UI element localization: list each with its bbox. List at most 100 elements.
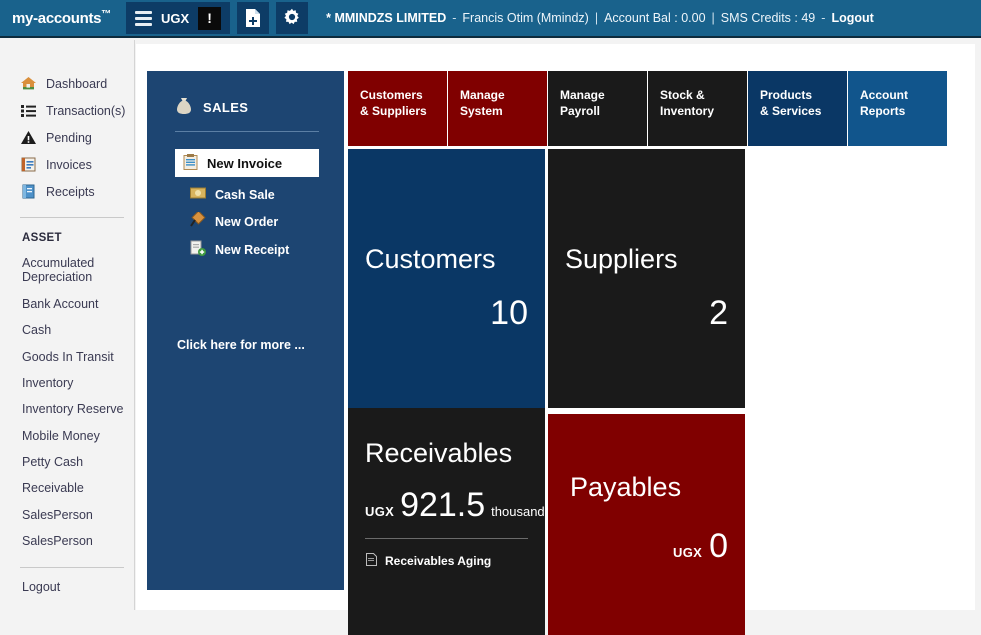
company-name: * MMINDZS LIMITED [326,11,447,25]
sidebar-item-dashboard[interactable]: Dashboard [0,70,134,97]
sms-credits: SMS Credits : 49 [720,11,816,25]
nav-tile-line1: Manage [560,88,605,102]
new-document-button[interactable] [237,2,270,34]
stat-tile-receivables[interactable]: Receivables UGX 921.5 thousand Receivabl… [348,414,545,635]
sales-more-link[interactable]: Click here for more ... [177,338,305,352]
nav-tile-line1: Customers [360,88,423,102]
receivables-label: Receivables [365,438,513,468]
nav-tile-line1: Manage [460,88,505,102]
payables-currency: UGX [673,545,703,560]
sidebar-item-transactions[interactable]: Transaction(s) [0,97,134,124]
settings-button[interactable] [276,2,309,34]
trademark-symbol: ™ [101,9,111,20]
nav-tile-line2: Inventory [660,103,715,118]
separator-dash: - [452,11,457,25]
sidebar-item-label: Pending [46,130,92,145]
sidebar-account-accumulated-depreciation[interactable]: Accumulated Depreciation [0,250,134,291]
sidebar-account-petty-cash[interactable]: Petty Cash [0,449,134,475]
sidebar-account-goods-in-transit[interactable]: Goods In Transit [0,344,134,370]
nav-tile-line1: Stock & [660,88,705,102]
new-invoice-button[interactable]: New Invoice [175,149,319,177]
sidebar-item-pending[interactable]: Pending [0,124,134,151]
receipt-book-icon [20,183,37,200]
account-info-bar: * MMINDZS LIMITED - Francis Otim (Mmindz… [326,11,874,25]
new-receipt-label: New Receipt [215,242,290,257]
brand-text: my-accounts [12,10,102,27]
warning-icon [20,129,37,146]
sidebar-item-invoices[interactable]: Invoices [0,151,134,178]
new-receipt-item[interactable]: New Receipt [147,231,344,259]
nav-tile-line1: Products [760,88,813,102]
nav-tile-line2: Reports [860,103,906,118]
nav-tile-manage-payroll[interactable]: Manage Payroll [548,71,647,146]
receivables-value: 921.5 [400,486,486,524]
logout-link[interactable]: Logout [831,11,873,25]
stat-tile-suppliers[interactable]: Suppliers 2 [548,149,745,408]
sidebar-logout[interactable]: Logout [0,568,134,600]
cash-sale-item[interactable]: Cash Sale [147,177,344,203]
sidebar-account-cash[interactable]: Cash [0,317,134,343]
nav-tile-line2: & Suppliers [360,103,427,118]
new-order-label: New Order [215,214,279,229]
receivables-aging-label: Receivables Aging [385,554,492,568]
sales-panel: SALES New Invoice Cash Sale New Order Ne… [147,71,344,590]
nav-tile-line2: & Services [760,103,822,118]
panel-title-text: SALES [203,100,249,115]
receivables-unit: thousand [491,504,545,519]
list-icon [20,102,37,119]
receivables-aging-link[interactable]: Receivables Aging [366,553,491,569]
sidebar-account-inventory-reserve[interactable]: Inventory Reserve [0,396,134,422]
separator-dash-2: - [821,11,826,25]
new-order-item[interactable]: New Order [147,203,344,231]
stat-tile-customers[interactable]: Customers 10 [348,149,545,408]
clipboard-icon [183,153,198,173]
sidebar-account-inventory[interactable]: Inventory [0,370,134,396]
nav-tile-products-services[interactable]: Products & Services [748,71,847,146]
separator-pipe-1: | [594,11,599,25]
cash-sale-label: Cash Sale [215,187,275,202]
sidebar-account-receivable[interactable]: Receivable [0,475,134,501]
file-plus-icon [246,9,261,27]
sidebar-item-label: Receipts [46,184,95,199]
sidebar-account-salesperson-1[interactable]: SalesPerson [0,502,134,528]
sidebar-account-salesperson-2[interactable]: SalesPerson [0,528,134,554]
customers-label: Customers [365,244,496,274]
currency-menu-group[interactable]: UGX ! [125,2,231,34]
nav-tile-line1: Account [860,88,908,102]
suppliers-value: 2 [709,294,728,332]
nav-tile-stock-inventory[interactable]: Stock & Inventory [648,71,747,146]
receipt-add-icon [190,240,206,259]
sidebar-item-label: Dashboard [46,76,108,91]
left-sidebar: Dashboard Transaction(s) Pending Invoice… [0,40,135,610]
main-content: SALES New Invoice Cash Sale New Order Ne… [136,44,975,635]
stat-tile-payables[interactable]: Payables UGX 0 [548,414,745,635]
payables-label: Payables [570,472,682,502]
alert-badge[interactable]: ! [198,6,222,30]
nav-tile-manage-system[interactable]: Manage System [448,71,547,146]
sidebar-account-bank-account[interactable]: Bank Account [0,291,134,317]
sidebar-item-receipts[interactable]: Receipts [0,178,134,205]
receivables-currency: UGX [365,504,395,519]
sales-panel-divider [175,131,319,132]
sidebar-item-label: Invoices [46,157,92,172]
sidebar-section-asset: ASSET [22,232,62,244]
receivables-divider [365,538,528,539]
separator-pipe-2: | [711,11,715,25]
order-tag-icon [190,210,206,231]
money-bag-icon [175,97,193,118]
gear-icon [284,8,299,25]
sidebar-item-label: Transaction(s) [46,103,126,118]
cash-icon [190,186,206,203]
nav-tile-customers-suppliers[interactable]: Customers & Suppliers [348,71,447,146]
suppliers-label: Suppliers [565,244,678,274]
customers-value: 10 [490,294,528,332]
currency-label: UGX [160,10,190,26]
account-balance: Account Bal : 0.00 [604,11,706,25]
app-header: my-accounts™ UGX ! * MMINDZS LIMITED - F… [0,0,981,38]
sidebar-account-mobile-money[interactable]: Mobile Money [0,423,134,449]
hamburger-icon[interactable] [134,8,152,29]
home-icon [20,75,37,92]
payables-value: 0 [709,527,728,565]
document-icon [366,553,377,569]
nav-tile-account-reports[interactable]: Account Reports [848,71,947,146]
